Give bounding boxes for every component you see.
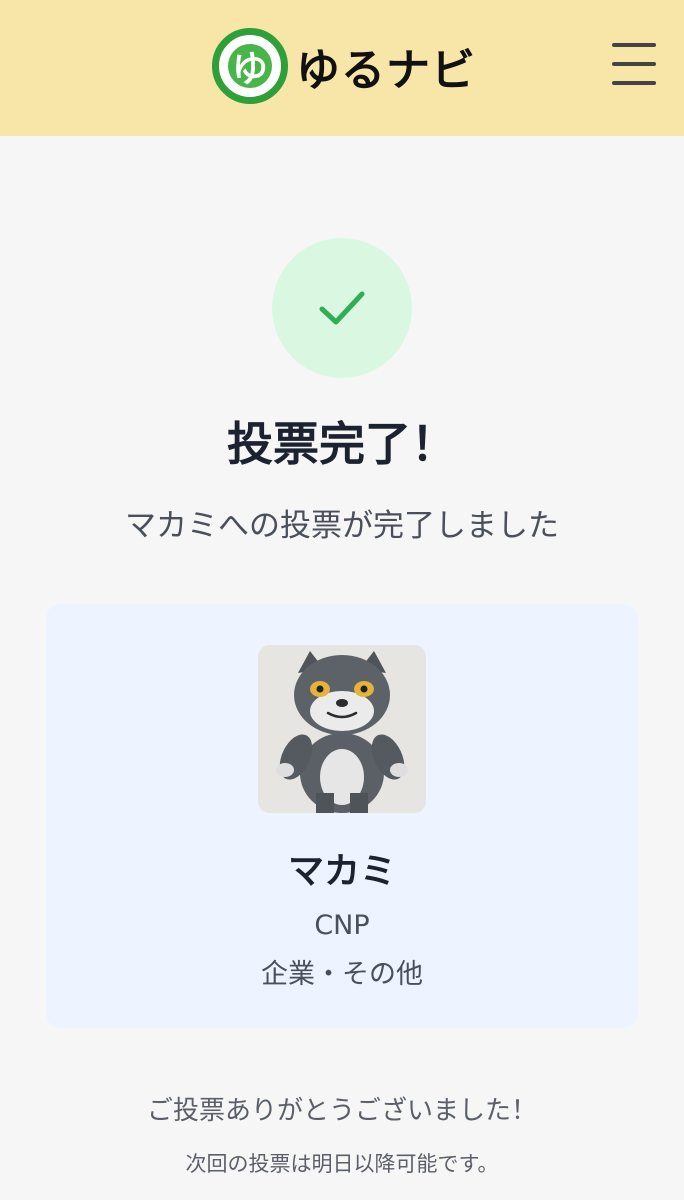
site-logo[interactable]: ゆ ゆるナビ	[212, 26, 476, 106]
page-title: 投票完了！	[227, 417, 457, 471]
next-vote-note: 次回の投票は明日以降可能です。	[185, 1152, 499, 1176]
status-message: マカミへの投票が完了しました	[125, 508, 559, 544]
app-header: ゆ ゆるナビ	[0, 0, 684, 136]
thanks-message: ご投票ありがとうございました！	[146, 1096, 537, 1126]
character-name: マカミ	[287, 851, 396, 892]
logo-text: ゆるナビ	[296, 45, 476, 96]
logo-mark-icon: ゆ	[212, 28, 288, 104]
hamburger-menu-icon[interactable]	[610, 40, 658, 88]
character-card: マカミ CNP 企業・その他	[46, 604, 638, 1028]
success-badge	[272, 238, 412, 378]
check-icon	[319, 291, 365, 325]
character-category: 企業・その他	[261, 959, 423, 990]
character-photo	[258, 645, 426, 813]
logo-mark-letter: ゆ	[231, 49, 268, 90]
character-organization: CNP	[314, 910, 370, 941]
